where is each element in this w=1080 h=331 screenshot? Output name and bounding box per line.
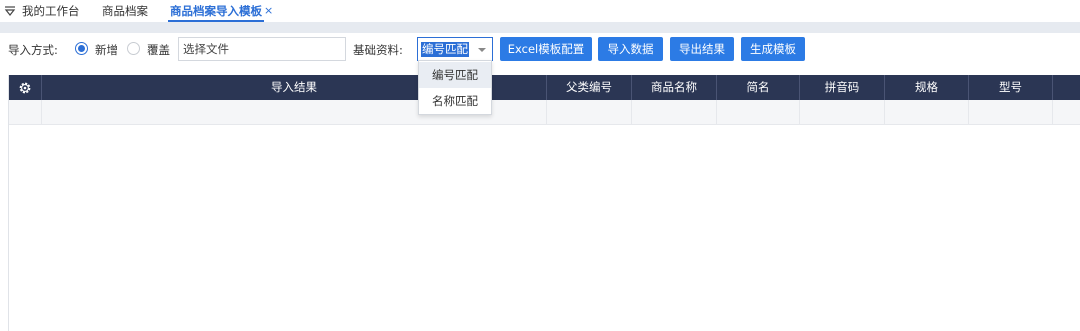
option-match-by-code[interactable]: 编号匹配 bbox=[419, 62, 491, 88]
column-header-parent-code[interactable]: 父类编号 bbox=[547, 75, 632, 100]
table-cell bbox=[632, 100, 717, 125]
radio-new[interactable] bbox=[75, 42, 88, 55]
import-data-button[interactable]: 导入数据 bbox=[598, 37, 663, 61]
radio-new-label[interactable]: 新增 bbox=[95, 42, 118, 58]
export-result-button[interactable]: 导出结果 bbox=[670, 37, 734, 61]
excel-template-config-button[interactable]: Excel模板配置 bbox=[500, 37, 592, 61]
close-tab-icon[interactable]: × bbox=[264, 4, 273, 18]
table-row[interactable] bbox=[9, 100, 1080, 125]
column-header-short-name[interactable]: 简名 bbox=[717, 75, 800, 100]
column-header-overflow bbox=[1053, 75, 1080, 100]
column-header-product-name[interactable]: 商品名称 bbox=[632, 75, 717, 100]
import-result-grid: 导入结果 父类编号 商品名称 简名 拼音码 规格 型号 bbox=[8, 75, 1080, 331]
option-match-by-name[interactable]: 名称匹配 bbox=[419, 88, 491, 114]
match-mode-select[interactable]: 编号匹配 bbox=[417, 37, 493, 61]
tab-bar: 我的工作台 商品档案 商品档案导入模板 × bbox=[0, 0, 1080, 22]
import-toolbar: 导入方式: 新增 覆盖 选择文件 基础资料: 编号匹配 Excel模板配置 导入… bbox=[0, 33, 1080, 69]
tab-product-archive[interactable]: 商品档案 bbox=[102, 4, 148, 20]
generate-template-button[interactable]: 生成模板 bbox=[741, 37, 805, 61]
base-data-label: 基础资料: bbox=[353, 43, 403, 57]
gear-icon[interactable] bbox=[18, 81, 32, 95]
radio-overwrite[interactable] bbox=[127, 42, 140, 55]
filter-funnel-icon[interactable] bbox=[4, 5, 16, 17]
match-mode-dropdown: 编号匹配 名称匹配 bbox=[418, 60, 492, 115]
file-select-input[interactable]: 选择文件 bbox=[178, 37, 346, 61]
column-header-pinyin-code[interactable]: 拼音码 bbox=[800, 75, 885, 100]
table-cell bbox=[547, 100, 632, 125]
table-cell bbox=[885, 100, 969, 125]
column-header-spec[interactable]: 规格 bbox=[885, 75, 969, 100]
radio-overwrite-label[interactable]: 覆盖 bbox=[147, 42, 170, 58]
table-cell bbox=[9, 100, 42, 125]
table-cell bbox=[969, 100, 1053, 125]
tab-my-workbench[interactable]: 我的工作台 bbox=[22, 4, 80, 20]
select-value: 编号匹配 bbox=[421, 42, 469, 57]
import-mode-label: 导入方式: bbox=[8, 43, 58, 57]
tab-bar-divider bbox=[0, 22, 1080, 33]
table-cell bbox=[717, 100, 800, 125]
table-cell bbox=[800, 100, 885, 125]
grid-settings-cell[interactable] bbox=[9, 75, 42, 100]
tab-product-import-template[interactable]: 商品档案导入模板 bbox=[170, 4, 262, 20]
grid-header: 导入结果 父类编号 商品名称 简名 拼音码 规格 型号 bbox=[9, 75, 1080, 100]
chevron-down-icon[interactable] bbox=[478, 48, 486, 52]
column-header-model[interactable]: 型号 bbox=[969, 75, 1053, 100]
